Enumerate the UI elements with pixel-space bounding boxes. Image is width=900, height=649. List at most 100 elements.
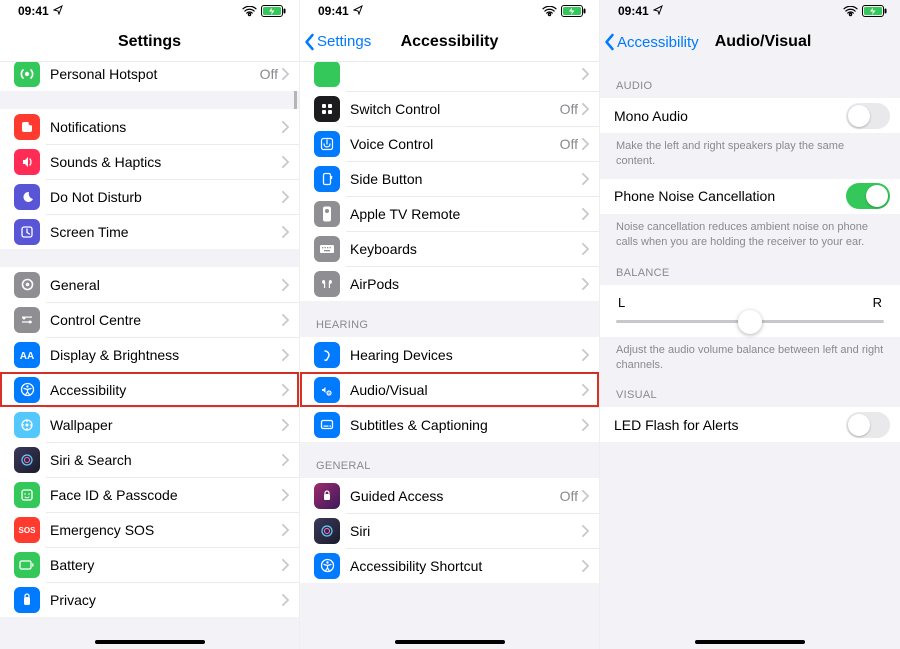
home-indicator[interactable] bbox=[395, 640, 505, 644]
location-icon bbox=[653, 5, 663, 18]
navbar: Settings Accessibility bbox=[300, 22, 599, 62]
page-title: Settings bbox=[118, 33, 181, 51]
balance-slider-thumb[interactable] bbox=[738, 310, 762, 334]
row-label: Apple TV Remote bbox=[350, 206, 582, 222]
section-header-balance: BALANCE bbox=[600, 259, 900, 285]
page-title: Accessibility bbox=[401, 33, 499, 51]
hotspot-icon bbox=[14, 62, 40, 87]
row-battery[interactable]: Battery bbox=[0, 547, 299, 582]
chevron-right-icon bbox=[282, 191, 289, 203]
chevron-right-icon bbox=[582, 68, 589, 80]
row-screentime[interactable]: Screen Time bbox=[0, 214, 299, 249]
settings-group-general: General Control Centre AA Display & Brig… bbox=[0, 267, 299, 617]
chevron-right-icon bbox=[582, 173, 589, 185]
row-side-button[interactable]: Side Button bbox=[300, 161, 599, 196]
row-voice-control[interactable]: Voice Control Off bbox=[300, 126, 599, 161]
section-header-audio: AUDIO bbox=[600, 62, 900, 98]
row-notifications[interactable]: Notifications bbox=[0, 109, 299, 144]
chevron-right-icon bbox=[282, 524, 289, 536]
row-label: Phone Noise Cancellation bbox=[614, 188, 846, 204]
chevron-right-icon bbox=[582, 138, 589, 150]
wifi-icon bbox=[542, 6, 557, 17]
row-accessibility[interactable]: Accessibility bbox=[0, 372, 299, 407]
chevron-right-icon bbox=[582, 278, 589, 290]
chevron-right-icon bbox=[582, 525, 589, 537]
row-led-flash[interactable]: LED Flash for Alerts bbox=[600, 407, 900, 442]
row-siri[interactable]: Siri & Search bbox=[0, 442, 299, 477]
chevron-right-icon bbox=[282, 594, 289, 606]
row-control-centre[interactable]: Control Centre bbox=[0, 302, 299, 337]
chevron-right-icon bbox=[582, 384, 589, 396]
row-label: Subtitles & Captioning bbox=[350, 417, 582, 433]
row-display[interactable]: AA Display & Brightness bbox=[0, 337, 299, 372]
row-label: LED Flash for Alerts bbox=[614, 417, 846, 433]
row-subtitles[interactable]: Subtitles & Captioning bbox=[300, 407, 599, 442]
row-siri-access[interactable]: Siri bbox=[300, 513, 599, 548]
keyboards-icon bbox=[314, 236, 340, 262]
svg-text:AA: AA bbox=[20, 351, 34, 362]
row-label: Personal Hotspot bbox=[50, 66, 260, 82]
section-header-hearing: HEARING bbox=[300, 301, 599, 337]
home-indicator[interactable] bbox=[695, 640, 805, 644]
row-apple-tv-remote[interactable]: Apple TV Remote bbox=[300, 196, 599, 231]
row-airpods[interactable]: AirPods bbox=[300, 266, 599, 301]
wifi-icon bbox=[242, 6, 257, 17]
page-title: Audio/Visual bbox=[715, 33, 812, 51]
row-label: Siri & Search bbox=[50, 452, 282, 468]
wifi-icon bbox=[843, 6, 858, 17]
row-label: Accessibility Shortcut bbox=[350, 558, 582, 574]
voice-control-icon bbox=[314, 131, 340, 157]
row-wallpaper[interactable]: Wallpaper bbox=[0, 407, 299, 442]
status-time: 09:41 bbox=[318, 4, 349, 18]
row-personal-hotspot[interactable]: Personal Hotspot Off bbox=[0, 62, 299, 91]
row-guided-access[interactable]: Guided Access Off bbox=[300, 478, 599, 513]
row-privacy[interactable]: Privacy bbox=[0, 582, 299, 617]
chevron-right-icon bbox=[582, 490, 589, 502]
settings-group-alerts: Notifications Sounds & Haptics Do Not Di… bbox=[0, 109, 299, 249]
row-dnd[interactable]: Do Not Disturb bbox=[0, 179, 299, 214]
guided-access-icon bbox=[314, 483, 340, 509]
balance-slider[interactable] bbox=[616, 320, 884, 323]
row-label: General bbox=[50, 277, 282, 293]
row-noise-cancel[interactable]: Phone Noise Cancellation bbox=[600, 179, 900, 214]
row-mono-audio[interactable]: Mono Audio bbox=[600, 98, 900, 133]
row-hearing-devices[interactable]: Hearing Devices bbox=[300, 337, 599, 372]
row-sounds[interactable]: Sounds & Haptics bbox=[0, 144, 299, 179]
notifications-icon bbox=[14, 114, 40, 140]
siri-icon bbox=[14, 447, 40, 473]
location-icon bbox=[353, 5, 363, 18]
chevron-right-icon bbox=[282, 121, 289, 133]
battery-icon bbox=[561, 5, 587, 17]
row-label: Audio/Visual bbox=[350, 382, 582, 398]
row-accessibility-shortcut[interactable]: Accessibility Shortcut bbox=[300, 548, 599, 583]
back-button[interactable]: Accessibility bbox=[604, 22, 699, 62]
row-sos[interactable]: SOS Emergency SOS bbox=[0, 512, 299, 547]
back-button[interactable]: Settings bbox=[304, 22, 371, 61]
screentime-icon bbox=[14, 219, 40, 245]
navbar: Accessibility Audio/Visual bbox=[600, 22, 900, 62]
home-indicator[interactable] bbox=[95, 640, 205, 644]
row-general[interactable]: General bbox=[0, 267, 299, 302]
row-label: Switch Control bbox=[350, 101, 560, 117]
display-icon: AA bbox=[14, 342, 40, 368]
row-switch-control[interactable]: Switch Control Off bbox=[300, 91, 599, 126]
row-keyboards[interactable]: Keyboards bbox=[300, 231, 599, 266]
row-label: Side Button bbox=[350, 171, 582, 187]
battery-icon bbox=[862, 5, 888, 17]
row-audio-visual[interactable]: Audio/Visual bbox=[300, 372, 599, 407]
row-prev[interactable] bbox=[300, 62, 599, 91]
side-button-icon bbox=[314, 166, 340, 192]
chevron-left-icon bbox=[604, 33, 615, 51]
led-flash-switch[interactable] bbox=[846, 412, 890, 438]
back-label: Settings bbox=[317, 33, 371, 50]
chevron-right-icon bbox=[582, 208, 589, 220]
chevron-right-icon bbox=[282, 349, 289, 361]
chevron-right-icon bbox=[282, 384, 289, 396]
row-faceid[interactable]: Face ID & Passcode bbox=[0, 477, 299, 512]
mono-audio-switch[interactable] bbox=[846, 103, 890, 129]
chevron-right-icon bbox=[582, 419, 589, 431]
row-label: Control Centre bbox=[50, 312, 282, 328]
noise-cancel-switch[interactable] bbox=[846, 183, 890, 209]
row-label: Guided Access bbox=[350, 488, 560, 504]
airpods-icon bbox=[314, 271, 340, 297]
